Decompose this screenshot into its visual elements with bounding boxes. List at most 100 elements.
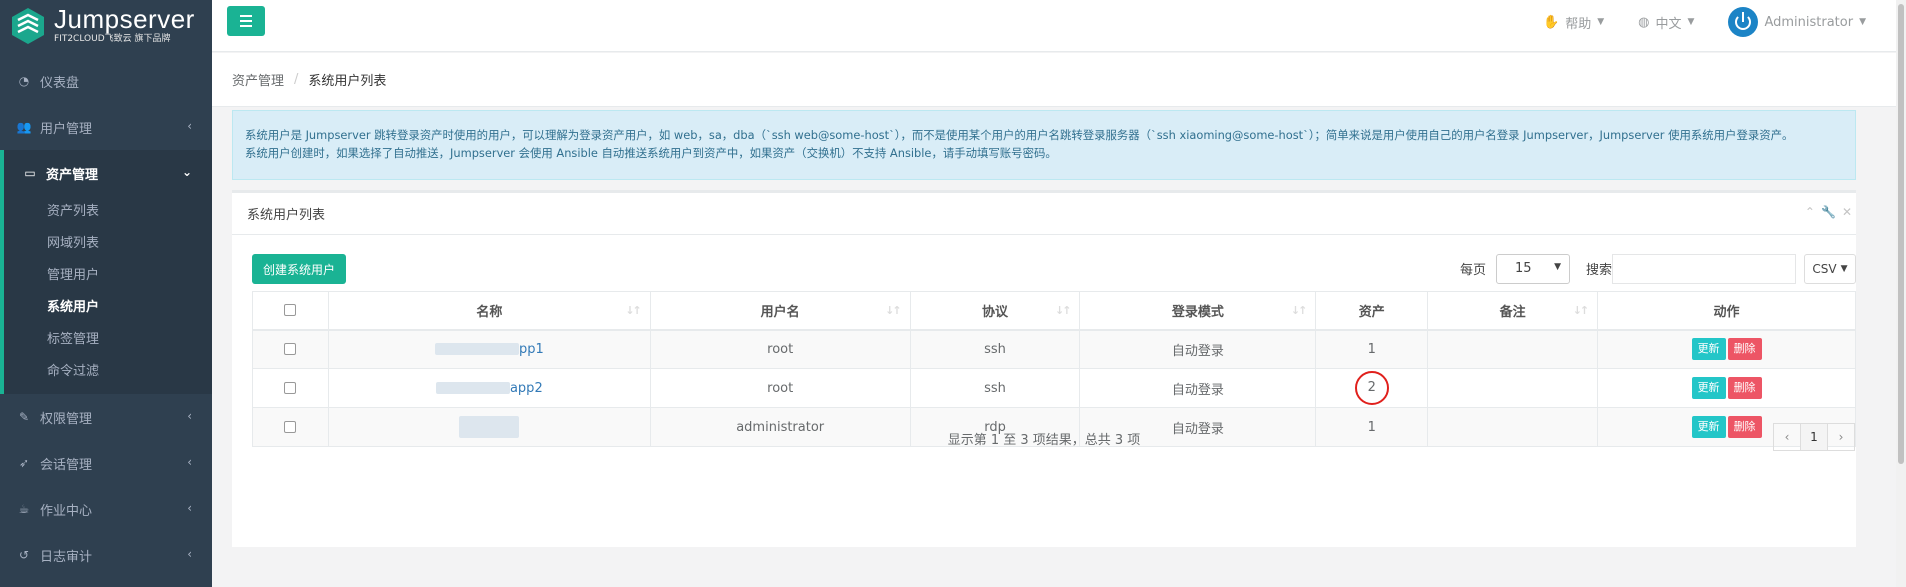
- sort-icon: ↓↑: [625, 304, 642, 317]
- breadcrumb: 资产管理 / 系统用户列表: [212, 53, 1896, 107]
- sidebar-item-assets[interactable]: ▭ 资产管理 ⌄: [0, 150, 212, 196]
- handshake-icon: ✋: [1543, 14, 1560, 30]
- system-user-panel: 系统用户列表 ⌃ 🔧 ✕ 创建系统用户 每页 15 ▼ 搜索 CSV ▼ 名称 ↓…: [232, 190, 1856, 547]
- panel-title: 系统用户列表: [247, 208, 326, 223]
- page-scrollbar[interactable]: [1896, 0, 1906, 587]
- username-cell: root: [649, 368, 911, 408]
- search-label: 搜索: [1586, 263, 1613, 278]
- column-header-assets: 资产: [1315, 291, 1429, 331]
- sidebar: Jumpserver FIT2CLOUD飞致云 旗下品牌 ◔ 仪表盘 👥 用户管…: [0, 0, 212, 587]
- table-row: app2 root ssh 自动登录 2 更新 删除: [252, 368, 1856, 408]
- prev-page-button[interactable]: ‹: [1773, 423, 1801, 451]
- table-row: pp1 root ssh 自动登录 1 更新 删除: [252, 329, 1856, 369]
- sidebar-item-dashboard[interactable]: ◔ 仪表盘: [0, 58, 212, 104]
- sort-icon: ↓↑: [1055, 304, 1072, 317]
- sidebar-item-users[interactable]: 👥 用户管理 ‹: [0, 104, 212, 150]
- pagination: ‹ 1 ›: [1773, 423, 1855, 451]
- chevron-left-icon: ‹: [187, 501, 192, 515]
- actions-cell: 更新 删除: [1597, 329, 1856, 369]
- sidebar-item-audit[interactable]: ↺ 日志审计 ‹: [0, 532, 212, 578]
- sidebar-item-label: 会话管理: [40, 457, 93, 473]
- create-system-user-button[interactable]: 创建系统用户: [252, 254, 346, 284]
- info-alert: 系统用户是 Jumpserver 跳转登录资产时使用的用户，可以理解为登录资产用…: [232, 110, 1856, 180]
- row-checkbox[interactable]: [284, 343, 297, 356]
- help-menu[interactable]: ✋ 帮助 ▼: [1543, 13, 1604, 32]
- page-size-value: 15: [1515, 261, 1532, 276]
- inbox-icon: ▭: [24, 166, 36, 180]
- column-header-login-mode[interactable]: 登录模式 ↓↑: [1079, 291, 1317, 331]
- globe-icon: ◍: [1638, 14, 1650, 30]
- column-header-username[interactable]: 用户名 ↓↑: [649, 291, 911, 331]
- delete-button[interactable]: 删除: [1727, 338, 1762, 361]
- username-cell: root: [649, 329, 911, 369]
- update-button[interactable]: 更新: [1691, 377, 1726, 399]
- update-button[interactable]: 更新: [1691, 338, 1726, 361]
- assets-cell: 1: [1315, 329, 1429, 369]
- sidebar-item-jobs[interactable]: ☕ 作业中心 ‹: [0, 486, 212, 532]
- submenu-domain-list[interactable]: 网域列表: [4, 228, 212, 260]
- language-menu[interactable]: ◍ 中文 ▼: [1638, 13, 1694, 32]
- system-user-name-link[interactable]: app2: [510, 381, 543, 396]
- csv-export-button[interactable]: CSV ▼: [1804, 254, 1856, 284]
- sidebar-item-label: 资产管理: [46, 167, 99, 183]
- next-page-button[interactable]: ›: [1827, 423, 1855, 451]
- caret-down-icon: ▼: [1554, 262, 1561, 272]
- sidebar-item-label: 日志审计: [40, 549, 93, 565]
- menu-toggle-button[interactable]: [227, 6, 265, 36]
- caret-down-icon: ▼: [1597, 17, 1605, 27]
- protocol-cell: ssh: [909, 329, 1081, 369]
- submenu-system-user[interactable]: 系统用户: [4, 292, 212, 324]
- submenu-command-filter[interactable]: 命令过滤: [4, 356, 212, 388]
- search-input[interactable]: [1612, 254, 1796, 284]
- collapse-icon[interactable]: ⌃: [1805, 205, 1815, 219]
- page-size-select[interactable]: 15 ▼: [1496, 254, 1570, 284]
- chevron-left-icon: ‹: [187, 455, 192, 469]
- breadcrumb-parent[interactable]: 资产管理: [232, 70, 284, 89]
- user-menu[interactable]: Administrator ▼: [1728, 7, 1866, 37]
- page-1-button[interactable]: 1: [1800, 423, 1828, 451]
- system-user-name-link[interactable]: pp1: [519, 342, 544, 357]
- caret-down-icon: ▼: [1840, 264, 1848, 274]
- delete-button[interactable]: 删除: [1727, 377, 1762, 399]
- chevron-down-icon: ⌄: [181, 165, 192, 179]
- sidebar-item-label: 权限管理: [40, 411, 93, 427]
- sidebar-item-label: 用户管理: [40, 121, 93, 137]
- sort-icon: ↓↑: [885, 304, 902, 317]
- info-line-1: 系统用户是 Jumpserver 跳转登录资产时使用的用户，可以理解为登录资产用…: [245, 128, 1794, 142]
- system-user-table: 名称 ↓↑ 用户名 ↓↑ 协议 ↓↑ 登录模式 ↓↑ 资产 备注 ↓↑ 动作 pp1 ro…: [252, 291, 1856, 447]
- select-all-header: [252, 291, 329, 331]
- chevron-left-icon: ‹: [187, 547, 192, 561]
- column-header-name[interactable]: 名称 ↓↑: [327, 291, 651, 331]
- jumpserver-logo-icon: [8, 6, 48, 46]
- submenu-admin-user[interactable]: 管理用户: [4, 260, 212, 292]
- info-line-2: 系统用户创建时，如果选择了自动推送，Jumpserver 会使用 Ansible…: [245, 146, 1057, 160]
- csv-label: CSV: [1812, 262, 1837, 276]
- language-label: 中文: [1655, 16, 1682, 32]
- assets-submenu: 资产列表 网域列表 管理用户 系统用户 标签管理 命令过滤: [0, 196, 212, 394]
- brand-tagline: FIT2CLOUD飞致云 旗下品牌: [54, 34, 171, 44]
- logo[interactable]: Jumpserver FIT2CLOUD飞致云 旗下品牌: [0, 0, 212, 52]
- login-mode-cell: 自动登录: [1079, 329, 1317, 369]
- assets-cell: 2: [1315, 368, 1429, 408]
- rocket-icon: ➶: [18, 456, 30, 470]
- sidebar-item-sessions[interactable]: ➶ 会话管理 ‹: [0, 440, 212, 486]
- sidebar-item-label: 作业中心: [40, 503, 93, 519]
- breadcrumb-separator: /: [294, 72, 299, 87]
- users-icon: 👥: [16, 120, 32, 134]
- column-header-note[interactable]: 备注 ↓↑: [1427, 291, 1599, 331]
- page-size-label: 每页: [1460, 263, 1487, 278]
- pagination-summary: 显示第 1 至 3 项结果，总共 3 项: [947, 433, 1141, 448]
- sidebar-item-perms[interactable]: ✎ 权限管理 ‹: [0, 394, 212, 440]
- column-header-actions: 动作: [1597, 291, 1856, 331]
- submenu-asset-list[interactable]: 资产列表: [4, 196, 212, 228]
- select-all-checkbox[interactable]: [284, 304, 297, 317]
- caret-down-icon: ▼: [1859, 17, 1866, 27]
- column-header-protocol[interactable]: 协议 ↓↑: [909, 291, 1081, 331]
- submenu-label-manage[interactable]: 标签管理: [4, 324, 212, 356]
- close-icon[interactable]: ✕: [1842, 205, 1852, 219]
- history-icon: ↺: [18, 548, 30, 562]
- note-cell: [1427, 329, 1599, 369]
- login-mode-cell: 自动登录: [1079, 368, 1317, 408]
- wrench-icon[interactable]: 🔧: [1821, 205, 1836, 219]
- row-checkbox[interactable]: [284, 382, 297, 394]
